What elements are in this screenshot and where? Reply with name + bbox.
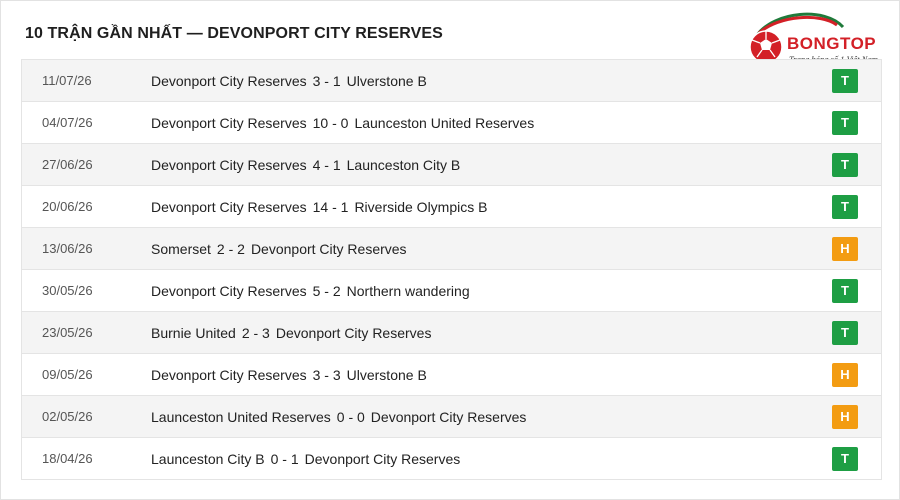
match-line[interactable]: Devonport City Reserves 5 - 2 Northern wan… xyxy=(151,283,470,299)
away-team: Northern wandering xyxy=(346,282,470,299)
home-team: Devonport City Reserves xyxy=(151,114,307,131)
result-badge: T xyxy=(832,194,858,219)
match-date: 30/05/26 xyxy=(42,283,93,298)
match-date: 11/07/26 xyxy=(42,73,92,88)
result-badge: T xyxy=(832,68,858,93)
match-score: 5 - 2 xyxy=(312,282,341,299)
match-score: 14 - 1 xyxy=(312,198,349,215)
widget-frame: 10 TRẬN GẦN NHẤT — DEVONPORT CITY RESERV… xyxy=(0,0,900,500)
match-line[interactable]: Devonport City Reserves 3 - 3 Ulverstone B xyxy=(151,367,427,383)
result-badge: T xyxy=(832,320,858,345)
match-line[interactable]: Devonport City Reserves 14 - 1 Riverside O… xyxy=(151,199,487,215)
match-score: 0 - 1 xyxy=(270,450,299,467)
home-team: Devonport City Reserves xyxy=(151,366,307,383)
result-badge: T xyxy=(832,278,858,303)
match-score: 3 - 1 xyxy=(312,72,341,89)
result-badge: T xyxy=(832,110,858,135)
table-row[interactable]: 11/07/26 Devonport City Reserves 3 - 1 Ulve… xyxy=(22,59,881,101)
table-row[interactable]: 30/05/26 Devonport City Reserves 5 - 2 Nort… xyxy=(22,269,881,311)
away-team: Ulverstone B xyxy=(346,366,427,383)
away-team: Ulverstone B xyxy=(346,72,427,89)
match-date: 04/07/26 xyxy=(42,115,93,130)
home-team: Launceston United Reserves xyxy=(151,408,331,425)
table-row[interactable]: 27/06/26 Devonport City Reserves 4 - 1 Laun… xyxy=(22,143,881,185)
away-team: Devonport City Reserves xyxy=(250,240,407,257)
match-line[interactable]: Devonport City Reserves 10 - 0 Launceston … xyxy=(151,115,534,131)
table-row[interactable]: 09/05/26 Devonport City Reserves 3 - 3 Ulve… xyxy=(22,353,881,395)
result-badge: T xyxy=(832,446,858,471)
match-score: 0 - 0 xyxy=(336,408,365,425)
away-team: Devonport City Reserves xyxy=(275,324,432,341)
away-team: Devonport City Reserves xyxy=(304,450,461,467)
match-history-table: 11/07/26 Devonport City Reserves 3 - 1 Ulve… xyxy=(21,59,882,480)
match-score: 10 - 0 xyxy=(312,114,349,131)
home-team: Launceston City B xyxy=(151,450,265,467)
away-team: Launceston City B xyxy=(346,156,461,173)
match-date: 09/05/26 xyxy=(42,367,93,382)
table-row[interactable]: 20/06/26 Devonport City Reserves 14 - 1 Riv… xyxy=(22,185,881,227)
home-team: Devonport City Reserves xyxy=(151,198,307,215)
result-badge: H xyxy=(832,236,858,261)
home-team: Somerset xyxy=(151,240,211,257)
match-date: 23/05/26 xyxy=(42,325,93,340)
match-date: 13/06/26 xyxy=(42,241,93,256)
match-line[interactable]: Burnie United 2 - 3 Devonport City Reserve… xyxy=(151,325,431,341)
match-line[interactable]: Devonport City Reserves 4 - 1 Launceston C… xyxy=(151,157,460,173)
away-team: Devonport City Reserves xyxy=(370,408,527,425)
page-title: 10 TRẬN GẦN NHẤT — DEVONPORT CITY RESERV… xyxy=(25,25,443,42)
match-score: 4 - 1 xyxy=(312,156,341,173)
match-date: 18/04/26 xyxy=(42,451,93,466)
match-line[interactable]: Somerset 2 - 2 Devonport City Reserves xyxy=(151,241,407,257)
home-team: Burnie United xyxy=(151,324,236,341)
away-team: Riverside Olympics B xyxy=(354,198,488,215)
home-team: Devonport City Reserves xyxy=(151,282,307,299)
result-badge: H xyxy=(832,362,858,387)
match-score: 2 - 3 xyxy=(241,324,270,341)
match-date: 02/05/26 xyxy=(42,409,93,424)
result-badge: H xyxy=(832,404,858,429)
result-badge: T xyxy=(832,152,858,177)
match-line[interactable]: Devonport City Reserves 3 - 1 Ulverstone B xyxy=(151,73,427,89)
home-team: Devonport City Reserves xyxy=(151,72,307,89)
table-row[interactable]: 02/05/26 Launceston United Reserves 0 - 0 D… xyxy=(22,395,881,437)
match-line[interactable]: Launceston United Reserves 0 - 0 Devonport… xyxy=(151,409,526,425)
match-line[interactable]: Launceston City B 0 - 1 Devonport City Res… xyxy=(151,451,460,467)
match-score: 2 - 2 xyxy=(216,240,245,257)
away-team: Launceston United Reserves xyxy=(354,114,535,131)
logo-brand-text: BONGTOP xyxy=(787,34,876,53)
table-row[interactable]: 04/07/26 Devonport City Reserves 10 - 0 Lau… xyxy=(22,101,881,143)
table-row[interactable]: 18/04/26 Launceston City B 0 - 1 Devonport … xyxy=(22,437,881,479)
home-team: Devonport City Reserves xyxy=(151,156,307,173)
match-score: 3 - 3 xyxy=(312,366,341,383)
table-row[interactable]: 23/05/26 Burnie United 2 - 3 Devonport City… xyxy=(22,311,881,353)
table-row[interactable]: 13/06/26 Somerset 2 - 2 Devonport City Rese… xyxy=(22,227,881,269)
match-date: 27/06/26 xyxy=(42,157,93,172)
match-date: 20/06/26 xyxy=(42,199,93,214)
